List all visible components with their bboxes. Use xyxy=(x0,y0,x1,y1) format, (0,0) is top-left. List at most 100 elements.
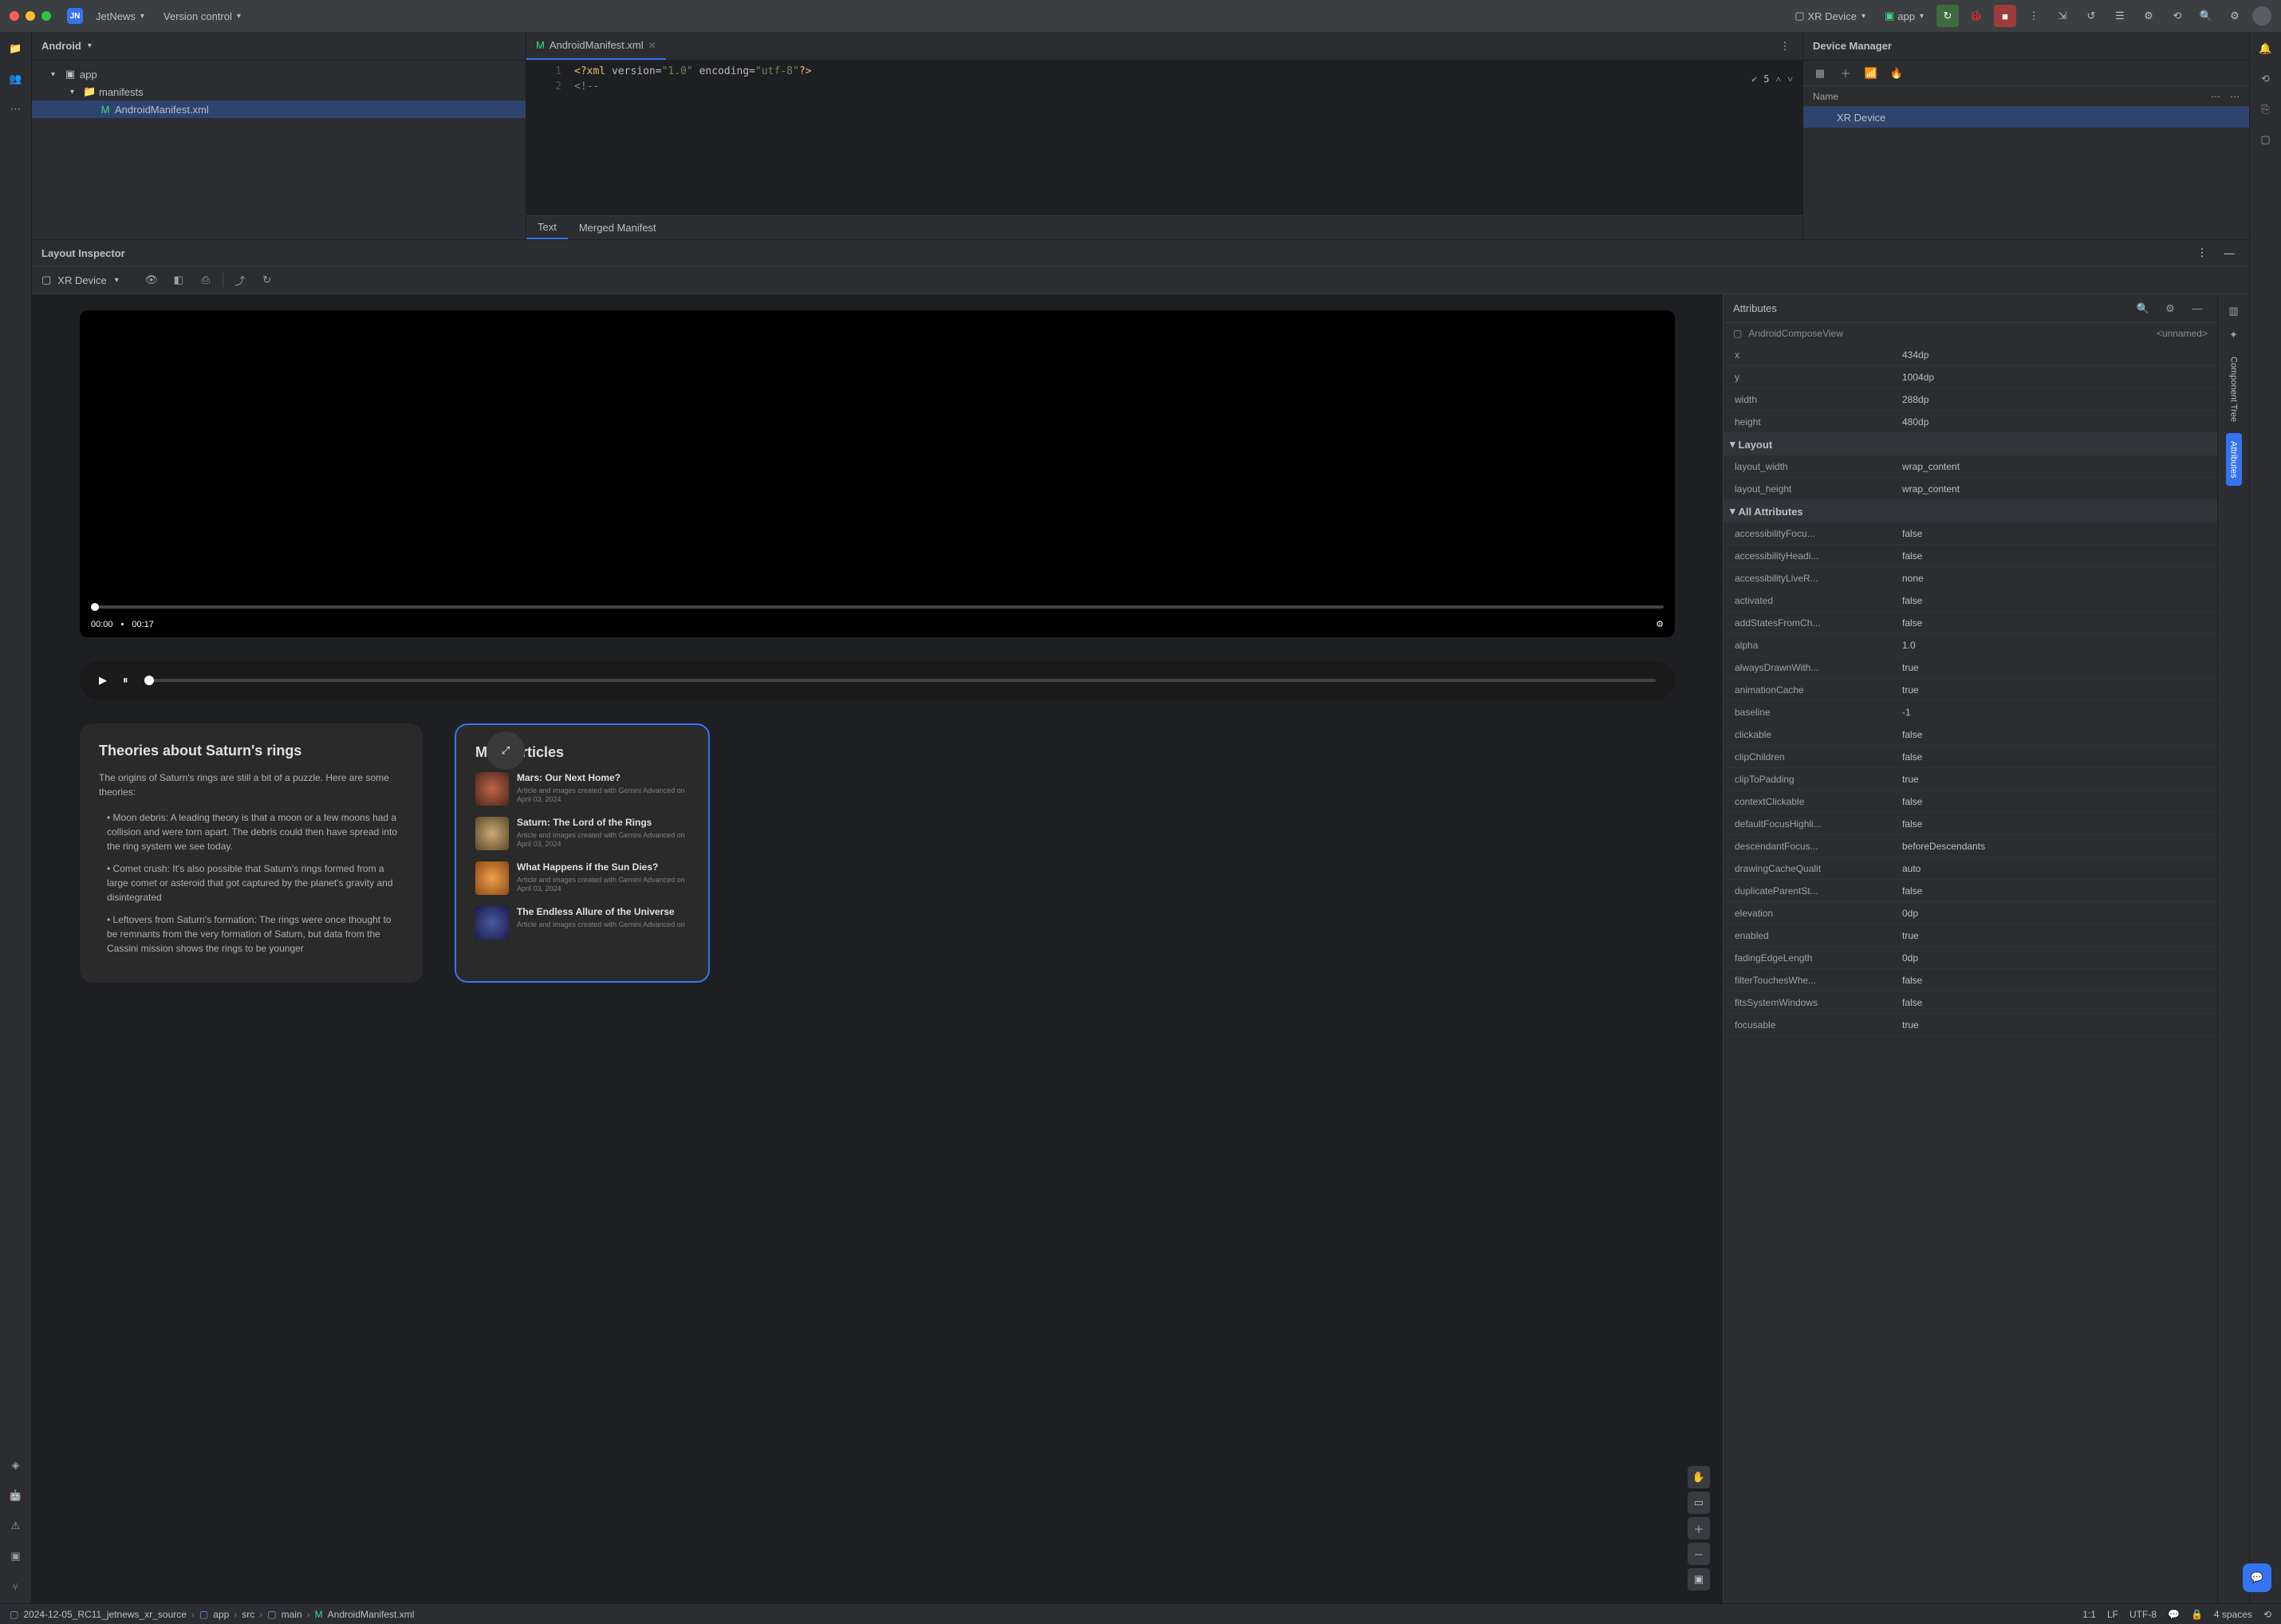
tree-node-manifest-file[interactable]: M AndroidManifest.xml xyxy=(32,101,526,118)
status-sync-icon[interactable]: ⟲ xyxy=(2263,1609,2271,1620)
video-settings-icon[interactable]: ⚙ xyxy=(1656,619,1664,629)
gear-icon[interactable]: ⚙ xyxy=(2160,298,2181,319)
scrubber-thumb[interactable] xyxy=(91,603,99,611)
fit-icon[interactable]: ▣ xyxy=(1688,1568,1710,1590)
problems-check-icon[interactable]: ✔ xyxy=(1751,73,1757,85)
search-icon[interactable]: 🔍 xyxy=(2195,5,2217,27)
chevron-down-icon[interactable]: ▾ xyxy=(115,276,119,285)
tree-node-manifests[interactable]: ▾ 📁 manifests xyxy=(32,83,526,101)
zoom-out-icon[interactable]: － xyxy=(1688,1543,1710,1565)
expand-fab-button[interactable]: ⤢ xyxy=(487,731,525,770)
add-device-icon[interactable]: ＋ xyxy=(1835,63,1856,84)
line-ending[interactable]: LF xyxy=(2107,1609,2118,1620)
options-icon[interactable]: ⋮ xyxy=(2192,242,2212,263)
project-tool-icon[interactable]: 📁 xyxy=(6,38,26,59)
close-tab-icon[interactable]: ✕ xyxy=(648,40,656,51)
profiler-icon[interactable]: ⚙ xyxy=(2137,5,2160,27)
more-actions-button[interactable]: ⋮ xyxy=(2023,5,2045,27)
debug-button[interactable]: 🐞 xyxy=(1965,5,1988,27)
android-tool-icon[interactable]: 🤖 xyxy=(6,1485,26,1506)
structure-tool-icon[interactable]: 👥 xyxy=(6,69,26,89)
crumb[interactable]: app xyxy=(213,1609,229,1620)
crumb[interactable]: main xyxy=(282,1609,302,1620)
indent-setting[interactable]: 4 spaces xyxy=(2214,1609,2252,1620)
article-item[interactable]: Saturn: The Lord of the Rings Article an… xyxy=(475,817,689,850)
export-icon[interactable]: ⤴ xyxy=(230,270,250,290)
zoom-in-icon[interactable]: ＋ xyxy=(1688,1517,1710,1539)
settings-icon[interactable]: ⚙ xyxy=(2224,5,2246,27)
device-selector[interactable]: ▢ XR Device ▾ xyxy=(1788,6,1872,26)
git-tool-icon[interactable]: ⑂ xyxy=(6,1576,26,1597)
file-encoding[interactable]: UTF-8 xyxy=(2129,1609,2157,1620)
chevron-down-icon[interactable]: ▾ xyxy=(88,41,92,50)
device-row[interactable]: XR Device xyxy=(1803,107,2249,128)
attr-section-all[interactable]: ▾All Attributes xyxy=(1724,500,2217,522)
editor-tab-manifest[interactable]: M AndroidManifest.xml ✕ xyxy=(526,32,666,60)
sync-icon[interactable]: ↺ xyxy=(2080,5,2102,27)
article-item[interactable]: Mars: Our Next Home? Article and images … xyxy=(475,772,689,806)
crumb[interactable]: AndroidManifest.xml xyxy=(328,1609,415,1620)
minimize-icon[interactable]: — xyxy=(2187,298,2208,319)
nav-down-icon[interactable]: ˅ xyxy=(1787,73,1793,85)
minimize-icon[interactable]: — xyxy=(2219,242,2240,263)
snapshot-icon[interactable]: ⎙ xyxy=(195,270,216,290)
tree-node-app[interactable]: ▾ ▣ app xyxy=(32,65,526,83)
audio-scrubber[interactable] xyxy=(144,679,1657,682)
play-icon[interactable]: ▶ xyxy=(99,674,107,687)
chat-icon[interactable]: 💬 xyxy=(2168,1609,2180,1620)
sub-tab-text[interactable]: Text xyxy=(526,216,568,239)
layout-preview[interactable]: 00:00 • 00:17 ⚙ ▶ ⏸ xyxy=(32,294,1723,1603)
lock-icon[interactable]: 🔒 xyxy=(2191,1609,2203,1620)
emulator-icon[interactable]: ▢ xyxy=(2255,129,2276,150)
code-editor[interactable]: 1 2 <?xml version="1.0" encoding="utf-8"… xyxy=(526,61,1802,97)
pan-icon[interactable]: ✋ xyxy=(1688,1466,1710,1488)
article-item[interactable]: What Happens if the Sun Dies? Article an… xyxy=(475,861,689,895)
grid-icon[interactable]: ▦ xyxy=(1810,63,1830,84)
pause-icon[interactable]: ⏸ xyxy=(123,674,128,687)
app-inspection-icon[interactable]: ⟲ xyxy=(2166,5,2188,27)
assistant-fab-button[interactable]: 💬 xyxy=(2243,1563,2271,1592)
maximize-window-button[interactable] xyxy=(41,11,51,21)
nav-up-icon[interactable]: ˄ xyxy=(1775,73,1781,85)
tree-tab-icon[interactable]: ▥ xyxy=(2224,301,2244,321)
col-actions-icon[interactable]: ⋯ xyxy=(2211,91,2220,102)
cursor-position[interactable]: 1:1 xyxy=(2082,1609,2096,1620)
device-file-icon[interactable]: ⎘ xyxy=(2255,99,2276,120)
ai-tab-icon[interactable]: ✦ xyxy=(2224,325,2244,345)
gems-tool-icon[interactable]: ◈ xyxy=(6,1455,26,1476)
terminal-tool-icon[interactable]: ▣ xyxy=(6,1546,26,1567)
attributes-tab[interactable]: Attributes xyxy=(2226,433,2242,486)
audio-thumb[interactable] xyxy=(144,676,154,685)
stop-button[interactable]: ■ xyxy=(1994,5,2016,27)
crumb[interactable]: src xyxy=(242,1609,254,1620)
refresh-icon[interactable]: ↻ xyxy=(257,270,278,290)
project-menu[interactable]: JetNews ▾ xyxy=(89,7,151,26)
col-actions-icon[interactable]: ⋯ xyxy=(2230,91,2240,102)
attributes-list[interactable]: x434dp y1004dp width288dp height480dp ▾L… xyxy=(1724,344,2217,1603)
vcs-menu[interactable]: Version control ▾ xyxy=(157,7,247,26)
notifications-icon[interactable]: 🔔 xyxy=(2255,38,2276,59)
crumb[interactable]: 2024-12-05_RC11_jetnews_xr_source xyxy=(23,1609,187,1620)
gradle-icon[interactable]: ⟲ xyxy=(2255,69,2276,89)
component-tree-tab[interactable]: Component Tree xyxy=(2226,349,2242,430)
tab-options-icon[interactable]: ⋮ xyxy=(1774,35,1796,57)
search-icon[interactable]: 🔍 xyxy=(2133,298,2153,319)
article-item[interactable]: The Endless Allure of the Universe Artic… xyxy=(475,906,689,940)
layers-icon[interactable]: ▭ xyxy=(1688,1492,1710,1514)
run-button[interactable]: ↻ xyxy=(1936,5,1959,27)
attr-section-layout[interactable]: ▾Layout xyxy=(1724,433,2217,455)
close-window-button[interactable] xyxy=(10,11,19,21)
run-config-selector[interactable]: ▣ app ▾ xyxy=(1878,6,1930,26)
user-avatar[interactable] xyxy=(2252,6,2271,26)
wifi-icon[interactable]: 📶 xyxy=(1861,63,1881,84)
more-tools-icon[interactable]: ⋯ xyxy=(6,99,26,120)
video-scrubber[interactable] xyxy=(91,605,1664,609)
problems-tool-icon[interactable]: ⚠ xyxy=(6,1516,26,1536)
fire-icon[interactable]: 🔥 xyxy=(1886,63,1907,84)
device-manager-icon[interactable]: ☰ xyxy=(2109,5,2131,27)
eye-icon[interactable]: 👁 xyxy=(141,270,162,290)
minimize-window-button[interactable] xyxy=(26,11,35,21)
code-with-me-icon[interactable]: ⇲ xyxy=(2051,5,2074,27)
sub-tab-merged[interactable]: Merged Manifest xyxy=(568,216,668,239)
overlay-icon[interactable]: ◧ xyxy=(168,270,189,290)
